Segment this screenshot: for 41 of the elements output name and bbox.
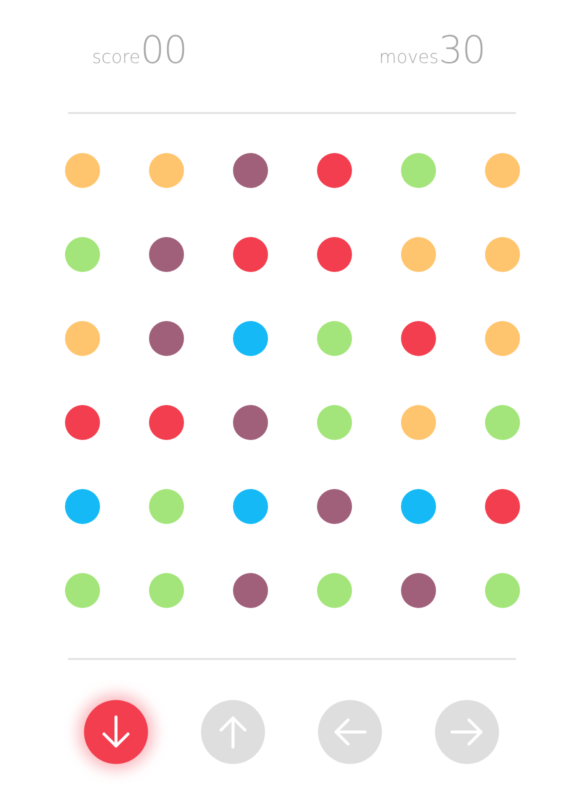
dot[interactable]	[148, 320, 184, 356]
dot[interactable]	[316, 320, 352, 356]
dot[interactable]	[484, 236, 520, 272]
dot[interactable]	[484, 404, 520, 440]
dot[interactable]	[64, 404, 100, 440]
stat-value: 00	[140, 28, 187, 72]
dot[interactable]	[316, 488, 352, 524]
dot[interactable]	[64, 572, 100, 608]
dot[interactable]	[316, 572, 352, 608]
dot[interactable]	[400, 320, 436, 356]
dot[interactable]	[484, 572, 520, 608]
dot[interactable]	[232, 572, 268, 608]
dot[interactable]	[148, 404, 184, 440]
dot[interactable]	[148, 572, 184, 608]
dot[interactable]	[316, 236, 352, 272]
dot[interactable]	[316, 152, 352, 188]
stat-value: 30	[438, 28, 485, 72]
dot[interactable]	[64, 236, 100, 272]
dot[interactable]	[484, 320, 520, 356]
dot[interactable]	[400, 488, 436, 524]
dot[interactable]	[64, 152, 100, 188]
dot[interactable]	[232, 320, 268, 356]
dot[interactable]	[232, 236, 268, 272]
direction-button[interactable]	[84, 700, 148, 764]
dot[interactable]	[64, 320, 100, 356]
dot[interactable]	[64, 488, 100, 524]
stat-label: score	[92, 47, 140, 68]
dot[interactable]	[400, 404, 436, 440]
dot[interactable]	[232, 488, 268, 524]
dot[interactable]	[148, 152, 184, 188]
dot[interactable]	[148, 236, 184, 272]
dot[interactable]	[400, 152, 436, 188]
dot[interactable]	[484, 488, 520, 524]
stat-label: moves	[378, 47, 439, 68]
dot[interactable]	[400, 236, 436, 272]
dot[interactable]	[400, 572, 436, 608]
dot[interactable]	[484, 152, 520, 188]
dot[interactable]	[232, 152, 268, 188]
dot[interactable]	[148, 488, 184, 524]
dot[interactable]	[232, 404, 268, 440]
dot[interactable]	[316, 404, 352, 440]
